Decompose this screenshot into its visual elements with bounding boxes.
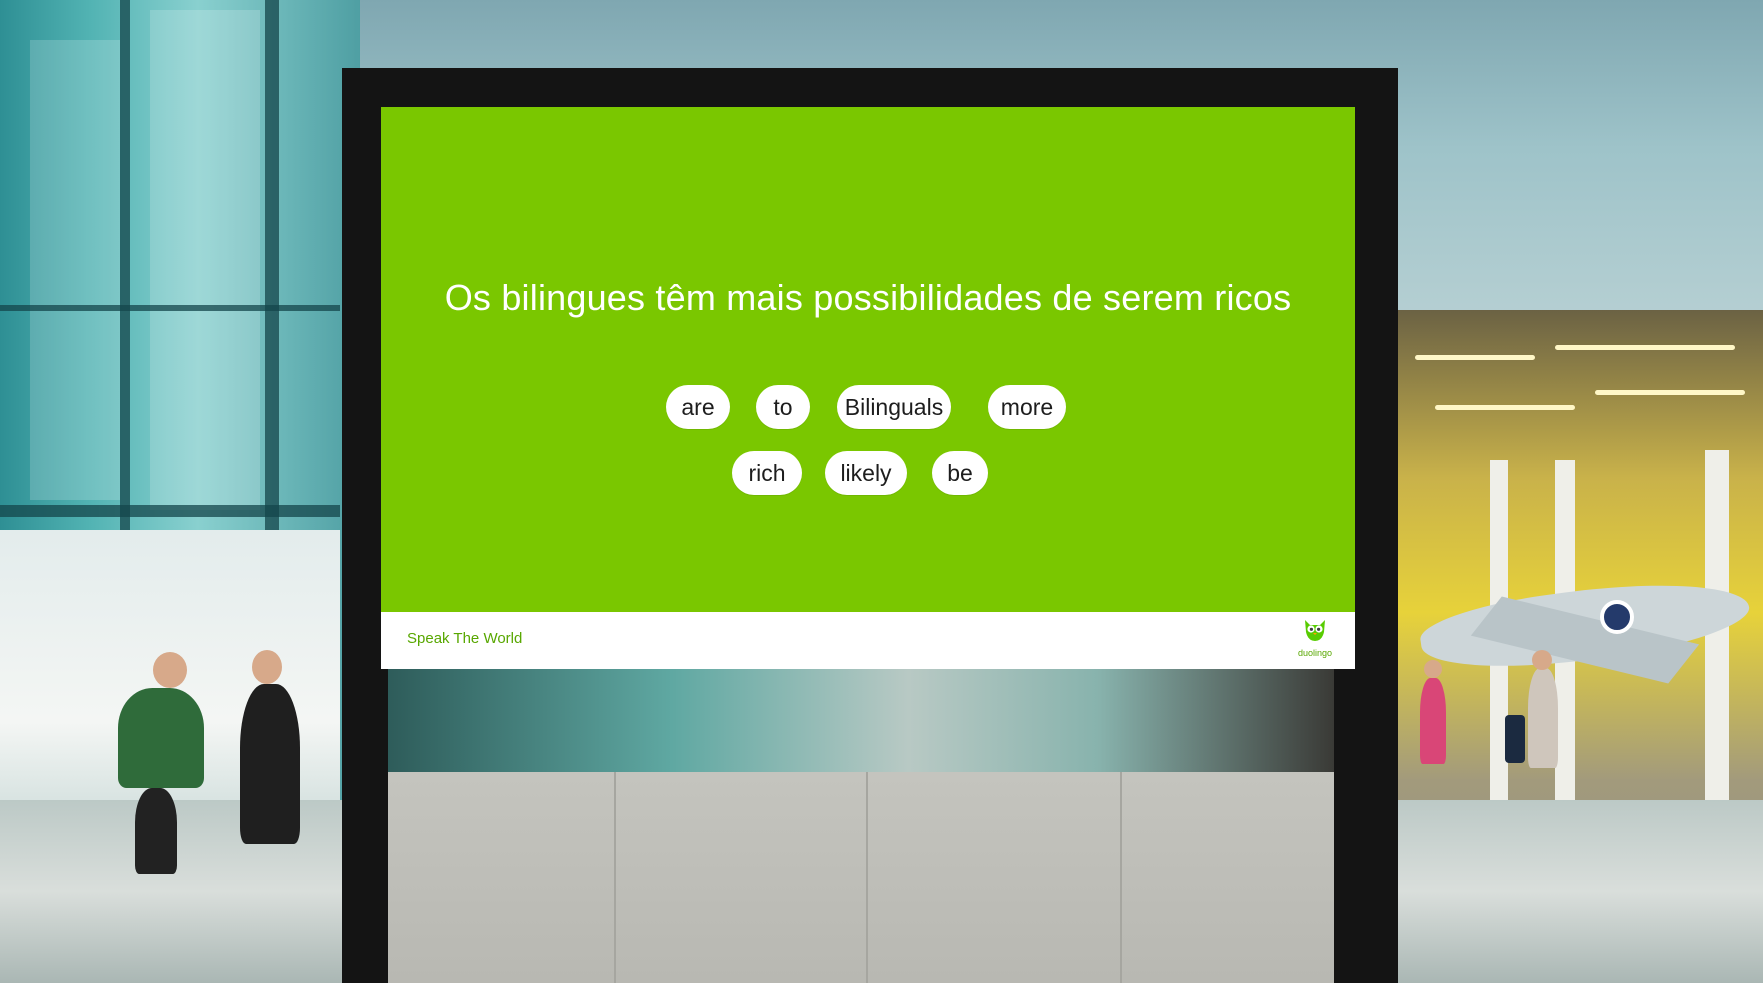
ad-footer: Speak The World duolingo: [381, 612, 1355, 669]
word-chip-to[interactable]: to: [756, 385, 810, 429]
word-chip-more[interactable]: more: [988, 385, 1066, 429]
owl-icon: [1305, 620, 1325, 641]
traveller-head: [1424, 660, 1442, 678]
billboard-plinth: [388, 772, 1334, 983]
word-chip-are[interactable]: are: [666, 385, 730, 429]
duolingo-logo: duolingo: [1295, 618, 1335, 664]
brand-wordmark: duolingo: [1297, 648, 1333, 658]
traveller: [135, 788, 177, 874]
traveller: [1528, 668, 1558, 768]
word-chip-bilinguals[interactable]: Bilinguals: [837, 385, 951, 429]
traveller-head: [1532, 650, 1552, 670]
traveller: [1420, 678, 1446, 764]
word-chip-be[interactable]: be: [932, 451, 988, 495]
ad-screen: Os bilingues têm mais possibilidades de …: [381, 107, 1355, 669]
traveller-head: [153, 652, 187, 688]
traveller: [118, 688, 204, 788]
traveller: [240, 684, 300, 844]
roundel-icon: [1600, 600, 1634, 634]
prompt-sentence: Os bilingues têm mais possibilidades de …: [444, 277, 1292, 318]
traveller-head: [252, 650, 282, 684]
word-chip-rich[interactable]: rich: [732, 451, 802, 495]
suitcase: [1505, 715, 1525, 763]
reflection-strip: [388, 669, 1334, 772]
word-chip-likely[interactable]: likely: [825, 451, 907, 495]
tagline: Speak The World: [407, 630, 523, 647]
